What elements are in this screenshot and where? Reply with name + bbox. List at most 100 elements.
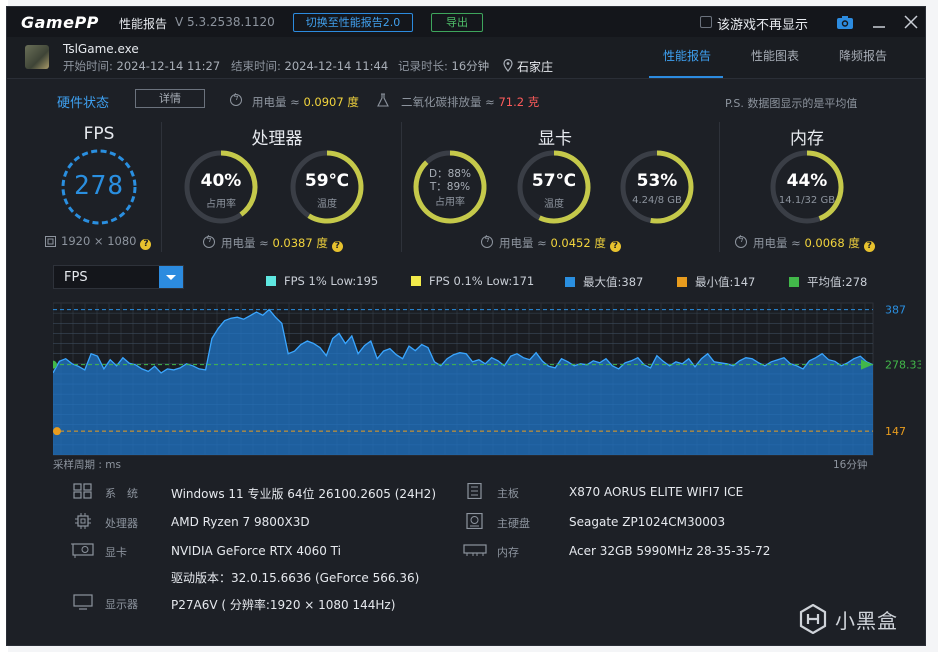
gpu-power: 用电量 ≈ 0.0452 度? bbox=[499, 235, 621, 252]
ram-icon bbox=[463, 544, 487, 556]
app-logo: GamePP bbox=[21, 13, 99, 32]
panel-divider bbox=[401, 122, 402, 252]
city-label: 石家庄 bbox=[517, 60, 554, 74]
game-name: TslGame.exe bbox=[63, 42, 139, 56]
legend-fps-1-low: FPS 1% Low:195 bbox=[266, 274, 378, 288]
title-bar: GamePP 性能报告 V 5.3.2538.1120 切换至性能报告2.0 导… bbox=[7, 7, 925, 37]
gpu-usage-gauge: D：88% T：89% 占用率 bbox=[412, 149, 488, 225]
ram-value: Acer 32GB 5990MHz 28-35-35-72 bbox=[569, 544, 771, 558]
monitor-icon bbox=[73, 594, 93, 610]
fps-chart-svg[interactable]: 387 278.33 147 bbox=[49, 299, 924, 463]
gpu-value: NVIDIA GeForce RTX 4060 Ti bbox=[171, 544, 341, 558]
details-button[interactable]: 详情 bbox=[135, 89, 205, 108]
y-tick-label: 278.33 bbox=[885, 359, 921, 372]
ram-label: 内存 bbox=[497, 546, 519, 559]
memory-usage-value: 44% bbox=[786, 171, 828, 191]
fps-gauge: 278 bbox=[59, 147, 139, 227]
monitor-value: P27A6V ( 分辨率:1920 × 1080 144Hz) bbox=[171, 598, 396, 612]
motherboard-icon bbox=[467, 483, 482, 499]
game-avatar bbox=[25, 45, 49, 69]
legend-swatch bbox=[565, 277, 575, 287]
switch-report-button[interactable]: 切换至性能报告2.0 bbox=[293, 13, 413, 32]
duration: 记录时长: 16分钟 bbox=[398, 59, 490, 73]
cpu-usage-value: 40% bbox=[200, 171, 242, 191]
cpu-temp-gauge: 59℃ 温度 bbox=[289, 149, 365, 225]
help-icon[interactable]: ? bbox=[140, 239, 152, 250]
legend-fps-01-low: FPS 0.1% Low:171 bbox=[411, 274, 534, 288]
dont-show-label[interactable]: 该游戏不再显示 bbox=[717, 14, 808, 33]
cpu-temp-value: 59℃ bbox=[304, 171, 350, 191]
power-icon bbox=[481, 235, 493, 248]
memory-usage-label: 14.1/32 GB bbox=[778, 195, 836, 206]
active-tab-indicator bbox=[649, 76, 723, 78]
gpu-temp-gauge: 57℃ 温度 bbox=[516, 149, 592, 225]
power-icon bbox=[230, 93, 242, 106]
fps-value: 278 bbox=[74, 171, 124, 201]
app-version: V 5.3.2538.1120 bbox=[175, 15, 275, 29]
driver-version: 驱动版本：32.0.15.6636 (GeForce 566.36) bbox=[171, 571, 420, 585]
legend-max: 最大值:387 bbox=[565, 274, 643, 290]
chevron-down-icon[interactable] bbox=[159, 266, 183, 288]
memory-power: 用电量 ≈ 0.0068 度? bbox=[753, 235, 875, 252]
legend-swatch bbox=[411, 276, 421, 286]
help-icon[interactable]: ? bbox=[609, 241, 621, 252]
hardware-status-title: 硬件状态 bbox=[57, 96, 110, 111]
legend-swatch bbox=[266, 276, 276, 286]
chart-end-time-label: 16分钟 bbox=[833, 459, 868, 471]
gpu-vram-label: 4.24/8 GB bbox=[632, 195, 682, 206]
co2-emission: 二氧化碳排放量 ≈ 71.2 克 bbox=[401, 95, 540, 109]
metric-select-value: FPS bbox=[64, 270, 88, 285]
disk-label: 主硬盘 bbox=[497, 517, 530, 530]
memory-usage-gauge: 44% 14.1/32 GB bbox=[769, 149, 845, 225]
fps-title: FPS bbox=[83, 124, 115, 144]
panel-divider bbox=[719, 122, 720, 252]
cpu-label: 处理器 bbox=[105, 517, 138, 530]
gpu-usage-label: 占用率 bbox=[435, 197, 465, 208]
minimize-icon[interactable] bbox=[872, 15, 886, 29]
gpu-t-usage: T：89% bbox=[429, 181, 471, 193]
metric-select[interactable]: FPS bbox=[53, 265, 184, 289]
camera-icon[interactable] bbox=[837, 15, 853, 29]
min-marker bbox=[53, 427, 61, 436]
gpu-vram-gauge: 53% 4.24/8 GB bbox=[619, 149, 695, 225]
watermark-text: 小黑盒 bbox=[835, 609, 898, 633]
os-windows-icon bbox=[73, 483, 92, 499]
resolution-icon bbox=[45, 236, 56, 247]
os-label: 系 统 bbox=[105, 487, 138, 500]
tab-performance-report[interactable]: 性能报告 bbox=[663, 47, 711, 64]
y-tick-label: 387 bbox=[885, 304, 906, 317]
game-info-row: TslGame.exe 开始时间: 2024-12-14 11:27 结束时间:… bbox=[7, 37, 925, 79]
os-value: Windows 11 专业版 64位 26100.2605 (24H2) bbox=[171, 487, 436, 501]
close-icon[interactable] bbox=[903, 14, 919, 30]
help-icon[interactable]: ? bbox=[863, 241, 875, 252]
fps-chart[interactable]: 387 278.33 147 bbox=[49, 299, 924, 463]
cpu-title: 处理器 bbox=[251, 129, 303, 149]
co2-flask-icon bbox=[377, 93, 389, 107]
cpu-usage-gauge: 40% 占用率 bbox=[183, 149, 259, 225]
cpu-power: 用电量 ≈ 0.0387 度? bbox=[221, 235, 343, 252]
legend-min: 最小值:147 bbox=[677, 274, 755, 290]
legend-swatch bbox=[677, 277, 687, 287]
gamepp-window: GamePP 性能报告 V 5.3.2538.1120 切换至性能报告2.0 导… bbox=[6, 6, 926, 646]
average-note: P.S. 数据图显示的是平均值 bbox=[725, 97, 858, 110]
cpu-temp-label: 温度 bbox=[317, 199, 337, 210]
gpu-temp-label: 温度 bbox=[544, 199, 564, 210]
location-pin-icon bbox=[503, 59, 513, 72]
tab-throttle-report[interactable]: 降频报告 bbox=[839, 47, 887, 64]
legend-swatch bbox=[789, 277, 799, 287]
tab-performance-chart[interactable]: 性能图表 bbox=[751, 47, 799, 64]
legend-avg: 平均值:278 bbox=[789, 274, 867, 290]
end-time: 结束时间: 2024-12-14 11:44 bbox=[231, 59, 389, 73]
export-button[interactable]: 导出 bbox=[431, 13, 483, 32]
disk-value: Seagate ZP1024CM30003 bbox=[569, 515, 726, 529]
window-title: 性能报告 bbox=[119, 17, 168, 31]
gpu-vram-value: 53% bbox=[636, 171, 678, 191]
xiaoheihe-logo-icon bbox=[799, 604, 827, 634]
board-label: 主板 bbox=[497, 487, 519, 500]
dont-show-checkbox[interactable] bbox=[700, 16, 712, 28]
monitor-label: 显示器 bbox=[105, 598, 138, 611]
gpu-temp-value: 57℃ bbox=[531, 171, 577, 191]
help-icon[interactable]: ? bbox=[331, 241, 343, 252]
panel-divider bbox=[161, 122, 162, 252]
total-power: 用电量 ≈ 0.0907 度 bbox=[252, 95, 359, 109]
